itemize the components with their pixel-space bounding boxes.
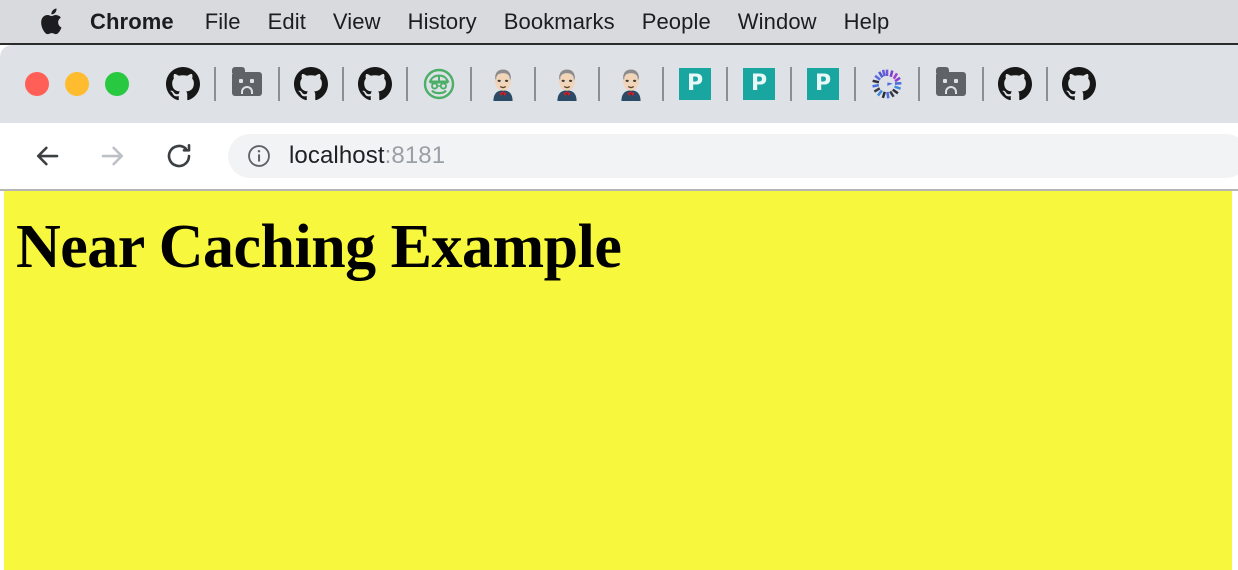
bookmark-separator [982,67,984,101]
minimize-button[interactable] [65,72,89,96]
bookmark-separator [1046,67,1048,101]
menu-item-edit[interactable]: Edit [268,9,306,35]
phabricator-p-icon: P [807,68,839,100]
page-viewport: Near Caching Example [0,189,1238,570]
window-title-and-bookmarks-strip: P P P [0,45,1238,123]
sad-folder-icon [936,67,966,96]
bookmark-separator [278,67,280,101]
bookmark-separator [598,67,600,101]
bookmark-jenkins-icon[interactable] [482,63,524,105]
menu-item-help[interactable]: Help [844,9,890,35]
bookmark-jenkins-icon[interactable] [546,63,588,105]
bookmark-separator [662,67,664,101]
bookmark-github-icon[interactable] [290,63,332,105]
bookmark-sonarqube-icon[interactable] [418,63,460,105]
maximize-button[interactable] [105,72,129,96]
reload-button[interactable] [157,134,201,178]
bookmark-separator [470,67,472,101]
bookmark-separator [790,67,792,101]
info-circle-icon[interactable] [246,143,272,169]
menu-item-bookmarks[interactable]: Bookmarks [504,9,615,35]
menu-item-people[interactable]: People [642,9,711,35]
bookmark-github-icon[interactable] [1058,63,1100,105]
web-page-body: Near Caching Example [4,191,1232,570]
bookmark-jenkins-icon[interactable] [610,63,652,105]
menu-item-chrome[interactable]: Chrome [90,9,174,35]
bookmark-github-icon[interactable] [162,63,204,105]
menu-item-window[interactable]: Window [738,9,817,35]
back-button[interactable] [25,134,69,178]
bookmark-separator [918,67,920,101]
bookmark-sad-folder-icon[interactable] [930,63,972,105]
phabricator-p-icon: P [743,68,775,100]
bookmark-phabricator-icon[interactable]: P [802,63,844,105]
address-bar-url: localhost:8181 [289,142,445,170]
bookmark-separator [214,67,216,101]
close-button[interactable] [25,72,49,96]
address-bar-port: :8181 [384,142,446,169]
menu-item-file[interactable]: File [205,9,241,35]
bookmark-separator [534,67,536,101]
window-controls [25,72,129,96]
apple-logo-icon[interactable] [38,7,64,37]
phabricator-p-icon: P [679,68,711,100]
sad-folder-icon [232,67,262,96]
chrome-browser-window: P P P localhost:8181 Near Caching Exampl… [0,45,1238,570]
address-bar-host: localhost [289,142,385,169]
page-title: Near Caching Example [16,213,622,281]
bookmark-phabricator-icon[interactable]: P [738,63,780,105]
bookmark-github-icon[interactable] [994,63,1036,105]
bookmark-sad-folder-icon[interactable] [226,63,268,105]
macos-menu-bar: Chrome File Edit View History Bookmarks … [0,0,1238,45]
menu-item-history[interactable]: History [408,9,477,35]
bookmark-phabricator-icon[interactable]: P [674,63,716,105]
bookmark-separator [726,67,728,101]
menu-item-view[interactable]: View [333,9,381,35]
bookmark-separator [854,67,856,101]
bookmark-separator [406,67,408,101]
browser-toolbar: localhost:8181 [0,123,1238,189]
address-bar[interactable]: localhost:8181 [228,134,1238,178]
bookmark-radial-burst-icon[interactable] [866,63,908,105]
forward-button[interactable] [91,134,135,178]
bookmark-github-icon[interactable] [354,63,396,105]
bookmarks-bar: P P P [162,45,1100,123]
bookmark-separator [342,67,344,101]
